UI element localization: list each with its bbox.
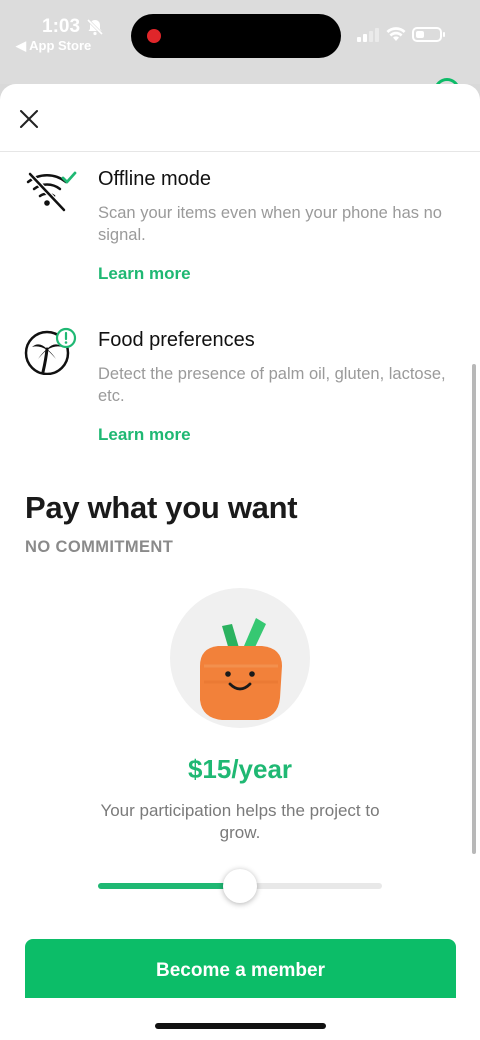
feature-description: Detect the presence of palm oil, gluten,… (98, 365, 446, 405)
home-indicator[interactable] (155, 1023, 326, 1029)
slider-fill (98, 883, 240, 889)
learn-more-link[interactable]: Learn more (98, 425, 191, 445)
feature-food-preferences: Food preferences Detect the presence of … (0, 327, 480, 449)
palm-tree-alert-icon (24, 327, 77, 375)
learn-more-link[interactable]: Learn more (98, 264, 191, 284)
feature-title: Offline mode (98, 168, 212, 190)
bell-muted-icon (86, 18, 104, 36)
status-bar: 1:03 ◀ App Store (0, 0, 480, 104)
sheet-header (0, 84, 480, 152)
wifi-off-check-icon (26, 171, 77, 212)
participation-text: Your participation helps the project to … (100, 801, 380, 842)
status-time: 1:03 (42, 16, 81, 37)
back-to-app-store-link[interactable]: ◀ App Store (16, 38, 91, 54)
wifi-icon (386, 27, 406, 41)
close-x-icon (20, 110, 38, 128)
pay-section-subtitle: NO COMMITMENT (25, 538, 174, 556)
pay-section-title: Pay what you want (25, 490, 298, 525)
scrollbar[interactable] (472, 364, 476, 854)
feature-description: Scan your items even when your phone has… (98, 204, 442, 244)
cellular-signal-icon (357, 28, 379, 42)
battery-icon (412, 27, 445, 42)
price-slider[interactable] (98, 869, 382, 903)
become-member-button[interactable]: Become a member (25, 939, 456, 1001)
price-label: $15/year (187, 754, 293, 784)
carrot-mascot-icon (200, 618, 282, 720)
slider-thumb[interactable] (223, 869, 257, 903)
feature-title: Food preferences (98, 329, 255, 351)
bottom-safe-area (0, 998, 480, 1040)
dynamic-island (131, 14, 341, 58)
membership-sheet: Offline mode Scan your items even when y… (0, 84, 480, 1040)
recording-indicator-icon (147, 29, 161, 43)
feature-offline-mode: Offline mode Scan your items even when y… (0, 168, 480, 288)
close-button[interactable] (14, 104, 44, 134)
carrot-mascot-illustration (170, 588, 310, 728)
